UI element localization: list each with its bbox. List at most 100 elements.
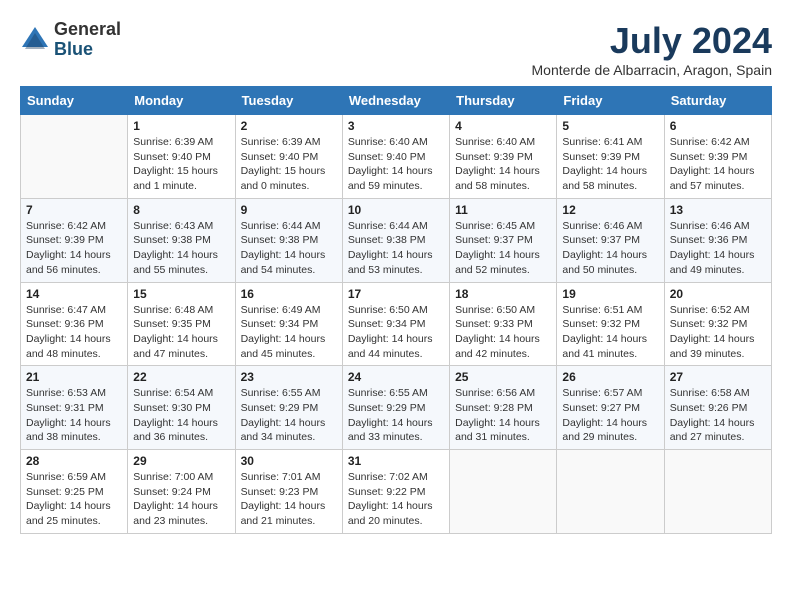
- day-info: Sunrise: 6:40 AMSunset: 9:39 PMDaylight:…: [455, 135, 551, 194]
- calendar-cell: 4 Sunrise: 6:40 AMSunset: 9:39 PMDaylight…: [450, 115, 557, 199]
- calendar-cell: 19 Sunrise: 6:51 AMSunset: 9:32 PMDayligh…: [557, 282, 664, 366]
- day-info: Sunrise: 6:46 AMSunset: 9:36 PMDaylight:…: [670, 219, 766, 278]
- week-row-1: 1 Sunrise: 6:39 AMSunset: 9:40 PMDaylight…: [21, 115, 772, 199]
- week-row-5: 28 Sunrise: 6:59 AMSunset: 9:25 PMDayligh…: [21, 450, 772, 534]
- day-info: Sunrise: 6:48 AMSunset: 9:35 PMDaylight:…: [133, 303, 229, 362]
- day-info: Sunrise: 6:42 AMSunset: 9:39 PMDaylight:…: [670, 135, 766, 194]
- calendar-cell: 22Sunrise: 6:54 AMSunset: 9:30 PMDayligh…: [128, 366, 235, 450]
- logo: General Blue: [20, 20, 121, 60]
- calendar-cell: 1 Sunrise: 6:39 AMSunset: 9:40 PMDaylight…: [128, 115, 235, 199]
- day-info: Sunrise: 6:50 AMSunset: 9:33 PMDaylight:…: [455, 303, 551, 362]
- day-number: 30: [241, 454, 337, 468]
- day-info: Sunrise: 6:50 AMSunset: 9:34 PMDaylight:…: [348, 303, 444, 362]
- location: Monterde de Albarracin, Aragon, Spain: [532, 62, 773, 78]
- calendar-cell: 17 Sunrise: 6:50 AMSunset: 9:34 PMDayligh…: [342, 282, 449, 366]
- calendar-cell: [557, 450, 664, 534]
- day-number: 2: [241, 119, 337, 133]
- day-number: 29: [133, 454, 229, 468]
- page-header: General Blue July 2024 Monterde de Albar…: [20, 20, 772, 78]
- day-info: Sunrise: 6:44 AMSunset: 9:38 PMDaylight:…: [348, 219, 444, 278]
- day-number: 7: [26, 203, 122, 217]
- day-info: Sunrise: 6:41 AMSunset: 9:39 PMDaylight:…: [562, 135, 658, 194]
- calendar-cell: 27 Sunrise: 6:58 AMSunset: 9:26 PMDayligh…: [664, 366, 771, 450]
- day-info: Sunrise: 6:55 AMSunset: 9:29 PMDaylight:…: [348, 386, 444, 445]
- header-tuesday: Tuesday: [235, 87, 342, 115]
- header-thursday: Thursday: [450, 87, 557, 115]
- calendar-cell: [21, 115, 128, 199]
- calendar-cell: [450, 450, 557, 534]
- day-info: Sunrise: 6:58 AMSunset: 9:26 PMDaylight:…: [670, 386, 766, 445]
- logo-general: General: [54, 20, 121, 40]
- day-number: 16: [241, 287, 337, 301]
- day-info: Sunrise: 6:55 AMSunset: 9:29 PMDaylight:…: [241, 386, 337, 445]
- week-row-2: 7 Sunrise: 6:42 AMSunset: 9:39 PMDaylight…: [21, 198, 772, 282]
- calendar-cell: 10 Sunrise: 6:44 AMSunset: 9:38 PMDayligh…: [342, 198, 449, 282]
- day-number: 1: [133, 119, 229, 133]
- day-info: Sunrise: 6:42 AMSunset: 9:39 PMDaylight:…: [26, 219, 122, 278]
- day-number: 6: [670, 119, 766, 133]
- calendar-cell: 25 Sunrise: 6:56 AMSunset: 9:28 PMDayligh…: [450, 366, 557, 450]
- calendar-cell: 28 Sunrise: 6:59 AMSunset: 9:25 PMDayligh…: [21, 450, 128, 534]
- day-number: 31: [348, 454, 444, 468]
- calendar-cell: 26 Sunrise: 6:57 AMSunset: 9:27 PMDayligh…: [557, 366, 664, 450]
- day-info: Sunrise: 6:52 AMSunset: 9:32 PMDaylight:…: [670, 303, 766, 362]
- day-number: 5: [562, 119, 658, 133]
- day-number: 12: [562, 203, 658, 217]
- day-number: 15: [133, 287, 229, 301]
- day-number: 9: [241, 203, 337, 217]
- calendar-cell: 16Sunrise: 6:49 AMSunset: 9:34 PMDayligh…: [235, 282, 342, 366]
- day-number: 28: [26, 454, 122, 468]
- calendar-cell: 7 Sunrise: 6:42 AMSunset: 9:39 PMDaylight…: [21, 198, 128, 282]
- header-monday: Monday: [128, 87, 235, 115]
- header-friday: Friday: [557, 87, 664, 115]
- day-number: 11: [455, 203, 551, 217]
- header-sunday: Sunday: [21, 87, 128, 115]
- day-info: Sunrise: 7:02 AMSunset: 9:22 PMDaylight:…: [348, 470, 444, 529]
- day-info: Sunrise: 6:40 AMSunset: 9:40 PMDaylight:…: [348, 135, 444, 194]
- day-info: Sunrise: 6:47 AMSunset: 9:36 PMDaylight:…: [26, 303, 122, 362]
- calendar-header-row: SundayMondayTuesdayWednesdayThursdayFrid…: [21, 87, 772, 115]
- day-number: 19: [562, 287, 658, 301]
- day-info: Sunrise: 6:53 AMSunset: 9:31 PMDaylight:…: [26, 386, 122, 445]
- calendar-cell: 9Sunrise: 6:44 AMSunset: 9:38 PMDaylight…: [235, 198, 342, 282]
- day-info: Sunrise: 7:01 AMSunset: 9:23 PMDaylight:…: [241, 470, 337, 529]
- calendar-cell: 14 Sunrise: 6:47 AMSunset: 9:36 PMDayligh…: [21, 282, 128, 366]
- calendar-cell: 21 Sunrise: 6:53 AMSunset: 9:31 PMDayligh…: [21, 366, 128, 450]
- calendar-cell: 31 Sunrise: 7:02 AMSunset: 9:22 PMDayligh…: [342, 450, 449, 534]
- day-info: Sunrise: 6:43 AMSunset: 9:38 PMDaylight:…: [133, 219, 229, 278]
- calendar-table: SundayMondayTuesdayWednesdayThursdayFrid…: [20, 86, 772, 534]
- calendar-cell: 15 Sunrise: 6:48 AMSunset: 9:35 PMDayligh…: [128, 282, 235, 366]
- calendar-cell: 11Sunrise: 6:45 AMSunset: 9:37 PMDayligh…: [450, 198, 557, 282]
- day-info: Sunrise: 6:56 AMSunset: 9:28 PMDaylight:…: [455, 386, 551, 445]
- logo-text: General Blue: [54, 20, 121, 60]
- day-info: Sunrise: 6:51 AMSunset: 9:32 PMDaylight:…: [562, 303, 658, 362]
- calendar-cell: 6 Sunrise: 6:42 AMSunset: 9:39 PMDaylight…: [664, 115, 771, 199]
- day-number: 3: [348, 119, 444, 133]
- calendar-cell: 23 Sunrise: 6:55 AMSunset: 9:29 PMDayligh…: [235, 366, 342, 450]
- day-number: 25: [455, 370, 551, 384]
- day-info: Sunrise: 7:00 AMSunset: 9:24 PMDaylight:…: [133, 470, 229, 529]
- week-row-3: 14 Sunrise: 6:47 AMSunset: 9:36 PMDayligh…: [21, 282, 772, 366]
- day-number: 14: [26, 287, 122, 301]
- day-info: Sunrise: 6:59 AMSunset: 9:25 PMDaylight:…: [26, 470, 122, 529]
- day-number: 24: [348, 370, 444, 384]
- week-row-4: 21 Sunrise: 6:53 AMSunset: 9:31 PMDayligh…: [21, 366, 772, 450]
- header-saturday: Saturday: [664, 87, 771, 115]
- day-number: 4: [455, 119, 551, 133]
- day-number: 23: [241, 370, 337, 384]
- day-number: 21: [26, 370, 122, 384]
- calendar-cell: 30 Sunrise: 7:01 AMSunset: 9:23 PMDayligh…: [235, 450, 342, 534]
- day-info: Sunrise: 6:57 AMSunset: 9:27 PMDaylight:…: [562, 386, 658, 445]
- day-info: Sunrise: 6:39 AMSunset: 9:40 PMDaylight:…: [133, 135, 229, 194]
- day-number: 20: [670, 287, 766, 301]
- day-number: 22: [133, 370, 229, 384]
- day-number: 10: [348, 203, 444, 217]
- calendar-cell: 18Sunrise: 6:50 AMSunset: 9:33 PMDayligh…: [450, 282, 557, 366]
- calendar-cell: 29 Sunrise: 7:00 AMSunset: 9:24 PMDayligh…: [128, 450, 235, 534]
- day-number: 17: [348, 287, 444, 301]
- calendar-cell: 8Sunrise: 6:43 AMSunset: 9:38 PMDaylight…: [128, 198, 235, 282]
- month-title: July 2024: [532, 20, 773, 62]
- day-number: 26: [562, 370, 658, 384]
- calendar-cell: 2Sunrise: 6:39 AMSunset: 9:40 PMDaylight…: [235, 115, 342, 199]
- day-number: 27: [670, 370, 766, 384]
